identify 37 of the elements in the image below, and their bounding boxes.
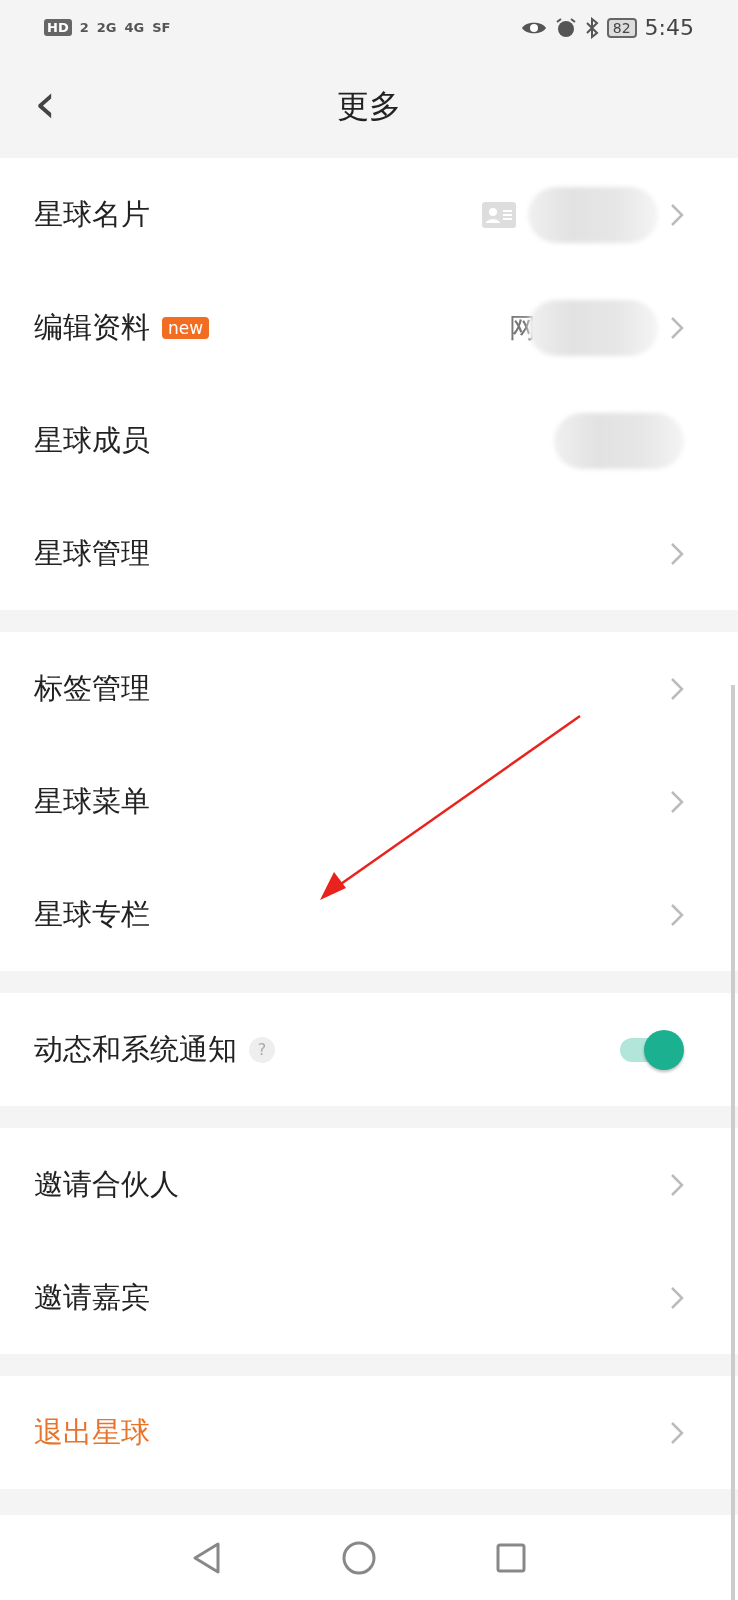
battery-indicator: 82 <box>606 17 637 38</box>
back-nav-icon[interactable] <box>192 1540 222 1575</box>
new-badge: new <box>162 316 210 339</box>
menu-label: 星球专栏 <box>34 895 150 933</box>
menu-label: 退出星球 <box>34 1413 150 1451</box>
alarm-icon <box>554 16 577 39</box>
page-title: 更多 <box>337 85 401 127</box>
menu-row[interactable]: 星球专栏 <box>0 858 738 971</box>
menu-label: 邀请合伙人 <box>34 1165 179 1203</box>
menu-row[interactable]: 星球成员 <box>0 384 738 497</box>
status-indicator: 2 <box>79 20 89 35</box>
recents-nav-icon[interactable] <box>496 1542 526 1573</box>
setting-label: 动态和系统通知 <box>34 1030 237 1068</box>
menu-row[interactable]: 星球名片 <box>0 158 738 271</box>
back-button[interactable]: ‹ <box>28 75 63 131</box>
status-indicator: 2G <box>96 20 117 35</box>
menu-label: 邀请嘉宾 <box>34 1278 150 1316</box>
menu-row[interactable]: 邀请嘉宾 <box>0 1241 738 1354</box>
menu-row[interactable]: 编辑资料 new 网 <box>0 271 738 384</box>
menu-label: 编辑资料 <box>34 308 150 346</box>
hd-indicator: HD <box>44 19 72 36</box>
bluetooth-icon <box>584 16 599 39</box>
menu-row[interactable]: 标签管理 <box>0 632 738 745</box>
menu-row[interactable]: 邀请合伙人 <box>0 1128 738 1241</box>
profile-value: 网 <box>509 310 536 345</box>
menu-row[interactable]: 星球菜单 <box>0 745 738 858</box>
home-nav-icon[interactable] <box>342 1540 376 1575</box>
menu-label: 标签管理 <box>34 669 150 707</box>
menu-label: 星球成员 <box>34 421 150 459</box>
menu-label: 星球名片 <box>34 195 150 233</box>
status-indicator: SF <box>152 20 171 35</box>
toggle-switch[interactable] <box>620 1029 684 1070</box>
menu-label: 星球菜单 <box>34 782 150 820</box>
status-indicator: 4G <box>124 20 145 35</box>
menu-row[interactable]: 星球管理 <box>0 497 738 610</box>
menu-label: 星球管理 <box>34 534 150 572</box>
clock-time: 5:45 <box>644 15 694 40</box>
